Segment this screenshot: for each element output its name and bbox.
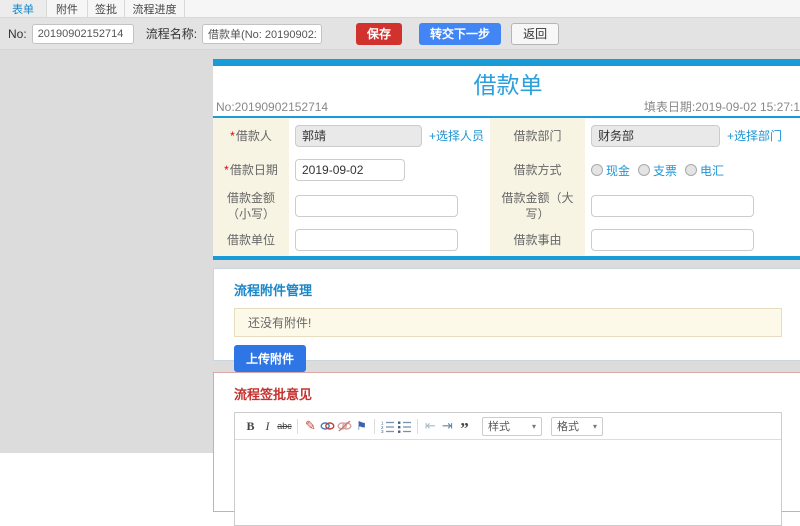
loan-date-label: *借款日期 (213, 153, 289, 187)
attachments-title: 流程附件管理 (234, 283, 313, 298)
tab-approval[interactable]: 签批 (88, 0, 125, 17)
radio-icon[interactable] (591, 164, 603, 176)
italic-icon[interactable]: I (259, 415, 276, 437)
bold-icon[interactable]: B (242, 415, 259, 437)
panel-top-bar (213, 59, 800, 66)
department-input[interactable] (591, 124, 720, 147)
approval-panel: 流程签批意见 B I abc ✎ ⚑ 1 2 3 ⇤ ⇥ ” 样式 ▾ 格式 ▾ (213, 372, 800, 526)
department-field-cell: +选择部门 (585, 118, 800, 153)
toolbar-separator (417, 418, 418, 434)
borrower-field-cell: +选择人员 (289, 118, 490, 153)
loan-method-label: 借款方式 (490, 153, 585, 187)
required-asterisk: * (224, 163, 229, 177)
amount-uppercase-label: 借款金额（大写） (490, 187, 585, 224)
upload-attachment-button[interactable]: 上传附件 (234, 345, 307, 372)
amount-lowercase-field-cell (289, 187, 490, 224)
loan-reason-input[interactable] (591, 229, 754, 251)
loan-reason-field-cell (585, 224, 800, 256)
link-icon[interactable] (319, 415, 336, 437)
loan-form-panel: 借款单 No:20190902152714 填表日期:2019-09-02 15… (213, 59, 800, 260)
unordered-list-icon[interactable] (396, 415, 413, 437)
loan-unit-label: 借款单位 (213, 224, 289, 256)
blockquote-icon[interactable]: ” (456, 412, 473, 440)
tab-attachments[interactable]: 附件 (47, 0, 88, 17)
loan-unit-field-cell (289, 224, 490, 256)
radio-cash[interactable]: 现金 (591, 162, 630, 179)
radio-icon[interactable] (685, 164, 698, 176)
no-input[interactable] (31, 23, 134, 44)
rich-text-editor: B I abc ✎ ⚑ 1 2 3 ⇤ ⇥ ” 样式 ▾ 格式 ▾ (234, 412, 782, 526)
form-row-amount: 借款金额（小写） 借款金额（大写） (213, 187, 800, 224)
process-name-input[interactable] (202, 23, 323, 44)
no-label: No: (8, 26, 27, 41)
toolbar: No: 流程名称: 保存 转交下一步 返回 (0, 18, 800, 50)
save-button[interactable]: 保存 (356, 22, 403, 45)
radio-wire-transfer[interactable]: 电汇 (685, 162, 724, 179)
form-row-unit-reason: 借款单位 借款事由 (213, 224, 800, 256)
svg-text:3: 3 (381, 429, 384, 433)
loan-date-input[interactable] (295, 159, 405, 181)
form-row-date-method: *借款日期 借款方式 现金 支票 (213, 153, 800, 187)
tab-form[interactable]: 表单 (0, 0, 47, 17)
select-department-link[interactable]: +选择部门 (727, 127, 782, 144)
borrower-input[interactable] (295, 124, 422, 147)
form-grid: *借款人 +选择人员 借款部门 +选择部门 *借款日期 (213, 118, 800, 256)
amount-lowercase-input[interactable] (295, 194, 458, 217)
loan-unit-input[interactable] (295, 229, 458, 251)
ordered-list-icon[interactable]: 1 2 3 (379, 415, 396, 437)
no-attachments-message: 还没有附件! (234, 308, 782, 337)
tab-process-progress[interactable]: 流程进度 (125, 0, 185, 17)
unlink-icon[interactable] (336, 415, 353, 437)
indent-icon[interactable]: ⇥ (439, 415, 456, 437)
loan-date-field-cell (289, 153, 490, 187)
format-brush-icon[interactable]: ✎ (302, 415, 319, 437)
strikethrough-icon[interactable]: abc (276, 415, 293, 437)
radio-icon[interactable] (638, 164, 651, 176)
form-row-borrower: *借款人 +选择人员 借款部门 +选择部门 (213, 118, 800, 153)
style-dropdown[interactable]: 样式 ▾ (482, 416, 542, 436)
chevron-down-icon: ▾ (592, 421, 597, 431)
borrower-label: *借款人 (213, 118, 289, 153)
approval-title: 流程签批意见 (234, 387, 313, 402)
forward-next-step-button[interactable]: 转交下一步 (419, 22, 502, 45)
form-meta-row: No:20190902152714 填表日期:2019-09-02 15:27:… (213, 100, 800, 114)
process-name-label: 流程名称: (145, 27, 198, 41)
amount-lowercase-label: 借款金额（小写） (213, 187, 289, 224)
required-asterisk: * (230, 128, 235, 143)
chevron-down-icon: ▾ (531, 421, 536, 431)
back-button[interactable]: 返回 (511, 22, 560, 45)
department-label: 借款部门 (490, 118, 585, 153)
toolbar-separator (297, 418, 298, 434)
tab-bar: 表单 附件 签批 流程进度 (0, 0, 800, 18)
outdent-icon[interactable]: ⇤ (422, 415, 439, 437)
page-background: 借款单 No:20190902152714 填表日期:2019-09-02 15… (0, 50, 800, 526)
toolbar-separator (374, 418, 375, 434)
loan-method-field-cell: 现金 支票 电汇 (585, 153, 800, 187)
form-no-text: No:20190902152714 (216, 100, 329, 114)
amount-uppercase-field-cell (585, 187, 800, 224)
page-title: 借款单 (473, 72, 543, 98)
amount-uppercase-input[interactable] (591, 194, 754, 217)
panel-bottom-bar (213, 256, 800, 260)
format-dropdown[interactable]: 格式 ▾ (551, 416, 603, 436)
anchor-flag-icon[interactable]: ⚑ (353, 415, 370, 437)
radio-cheque[interactable]: 支票 (638, 162, 677, 179)
loan-reason-label: 借款事由 (490, 224, 585, 256)
select-person-link[interactable]: +选择人员 (429, 127, 484, 144)
attachments-panel: 流程附件管理 还没有附件! 上传附件 (213, 268, 800, 372)
form-fill-date-text: 填表日期:2019-09-02 15:27:1 (643, 100, 800, 114)
editor-toolbar: B I abc ✎ ⚑ 1 2 3 ⇤ ⇥ ” 样式 ▾ 格式 ▾ (235, 413, 781, 440)
